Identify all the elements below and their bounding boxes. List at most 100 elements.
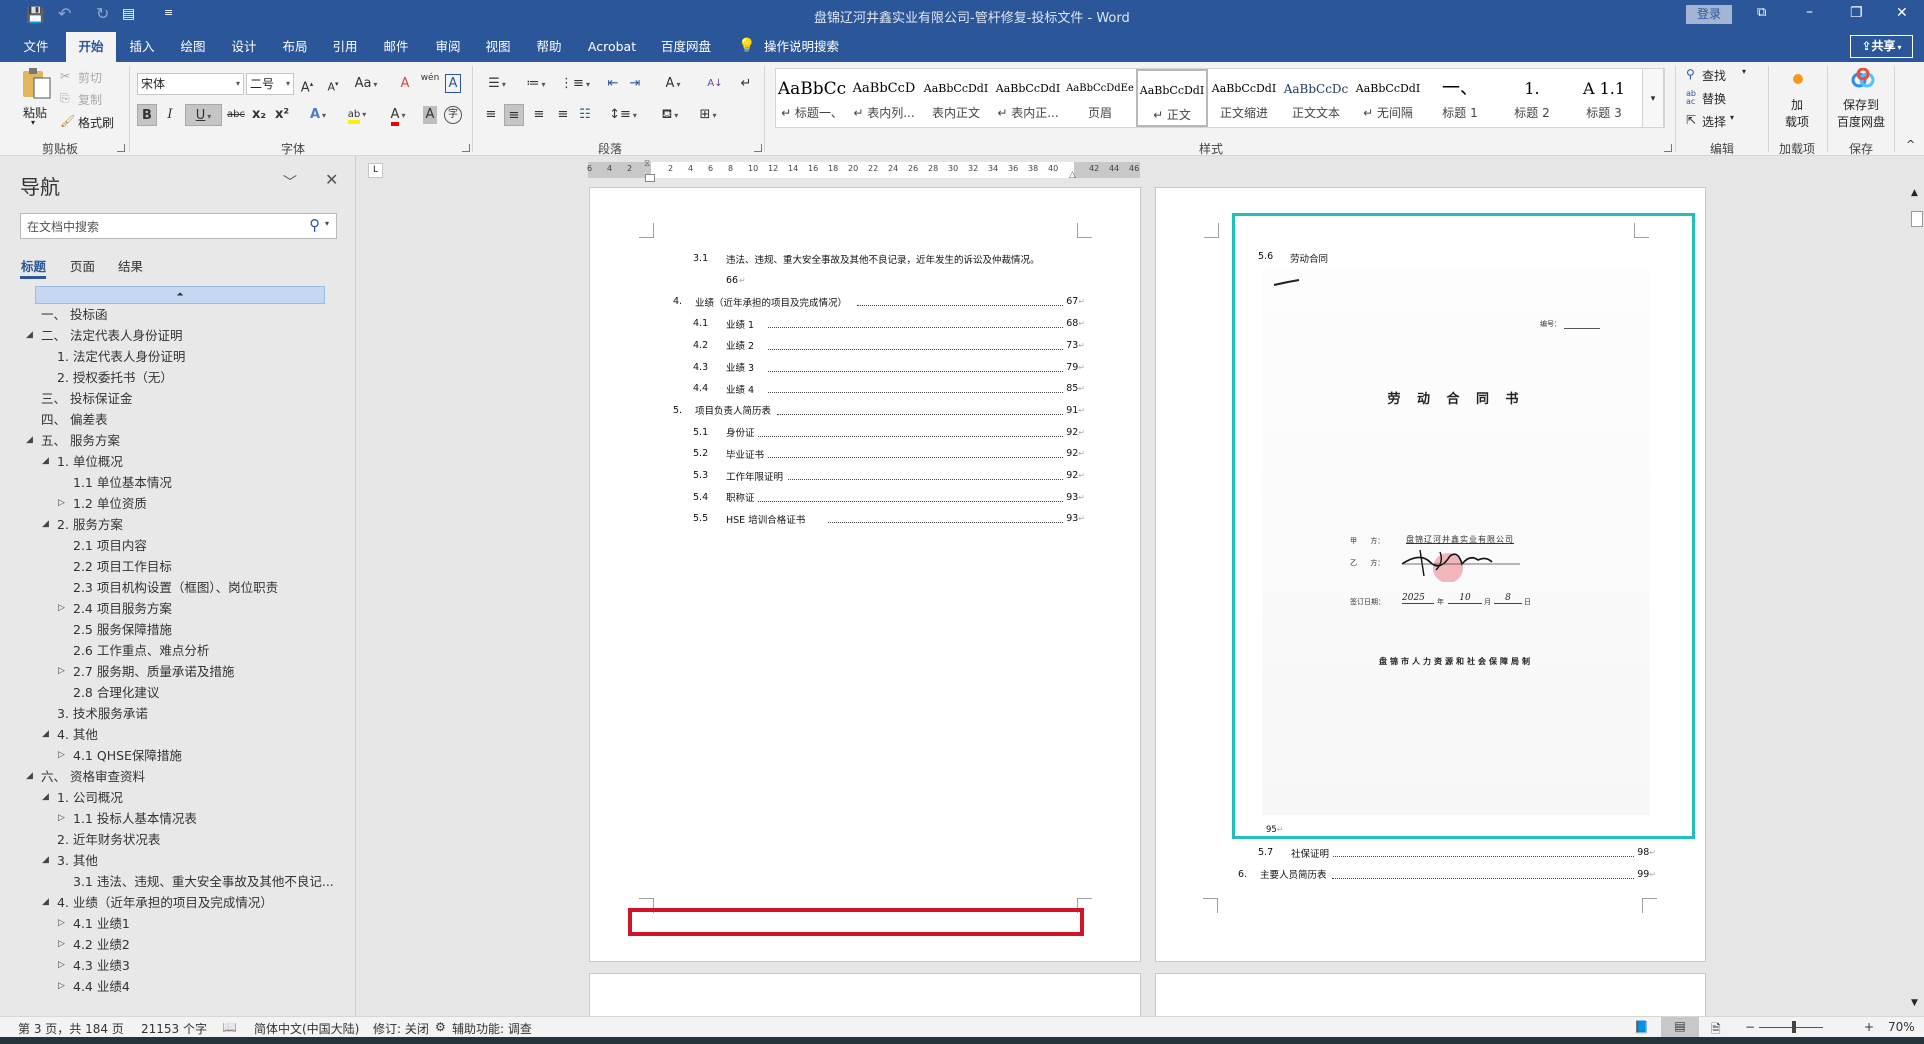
nav-heading-item[interactable]: ▷ 4.3 业绩3 (0, 955, 340, 976)
nav-heading-item[interactable]: ◢ 2. 服务方案 (0, 514, 340, 535)
tab-layout[interactable]: 布局 (280, 32, 310, 62)
nav-heading-item[interactable]: 2.5 服务保障措施 (0, 619, 340, 640)
justify-button[interactable]: ≡ (554, 104, 572, 126)
font-name-select[interactable]: 宋体 ▾ (137, 73, 244, 95)
nav-heading-item[interactable]: 3. 技术服务承诺 (0, 703, 340, 724)
horizontal-ruler[interactable]: 6 4 2 2 4 6 8 10 12 14 16 18 20 22 24 26 28 30 32 34 36 38 40 4… (587, 159, 1140, 182)
left-indent-marker[interactable] (645, 174, 655, 182)
strikethrough-button[interactable]: abc (225, 104, 247, 126)
change-case-button[interactable]: Aa ▾ (352, 73, 380, 95)
toc-entry[interactable]: 6. 主要人员简历表 99↵ (1238, 864, 1656, 885)
multilevel-list-button[interactable]: ⋮≡ ▾ (560, 73, 590, 95)
tab-baidu-netdisk[interactable]: 百度网盘 (659, 32, 713, 62)
character-shading-button[interactable]: A (423, 106, 437, 124)
print-layout-button[interactable]: ▤ (1661, 1017, 1699, 1037)
zoom-out-button[interactable]: − (1745, 1020, 1755, 1034)
customize-qat-icon[interactable]: ≡ (164, 6, 173, 19)
nav-heading-item[interactable]: ▷ 4.4 业绩4 (0, 976, 340, 997)
collapsed-triangle-icon[interactable]: ▷ (58, 598, 65, 619)
enclose-characters-button[interactable]: 字 (444, 106, 462, 124)
collapsed-triangle-icon[interactable]: ▷ (58, 913, 65, 934)
shading-button[interactable]: ⛾ ▾ (655, 104, 685, 126)
nav-tab-results[interactable]: 结果 (118, 256, 143, 275)
nav-tab-pages[interactable]: 页面 (70, 256, 95, 275)
nav-heading-item[interactable]: ▷ 4.1 业绩1 (0, 913, 340, 934)
superscript-button[interactable]: x² (273, 104, 291, 126)
clipboard-dialog-launcher[interactable] (117, 144, 125, 152)
nav-heading-item[interactable]: ◢ 五、 服务方案 (0, 430, 340, 451)
style-2[interactable]: AaBbCcDdI 表内正文 (920, 69, 992, 127)
collapse-ribbon-icon[interactable]: ^ (1906, 138, 1915, 151)
nav-heading-item[interactable]: 2. 授权委托书（无） (0, 367, 340, 388)
style-4[interactable]: AaBbCcDdEe 页眉 (1064, 69, 1136, 127)
collapsed-triangle-icon[interactable]: ▷ (58, 808, 65, 829)
nav-heading-item[interactable]: ▷ 4.1 QHSE保障措施 (0, 745, 340, 766)
paragraph-dialog-launcher[interactable] (754, 144, 762, 152)
toc-entry[interactable]: 5.5 HSE 培训合格证书 93↵ (673, 508, 1085, 529)
tab-draw[interactable]: 绘图 (178, 32, 208, 62)
zoom-in-button[interactable]: + (1864, 1020, 1874, 1034)
close-button[interactable]: ✕ (1896, 5, 1908, 21)
phonetic-guide-button[interactable]: wén (420, 73, 440, 95)
collapsed-triangle-icon[interactable]: ▷ (58, 493, 65, 514)
accessibility-status[interactable]: 辅助功能: 调查 (452, 1020, 532, 1037)
bullets-button[interactable]: ☰ ▾ (482, 73, 512, 95)
vertical-scrollbar[interactable]: ▲ ▼ (1910, 185, 1924, 1016)
tab-home[interactable]: 开始 (66, 32, 116, 62)
paste-button[interactable]: 粘贴 ▾ (18, 66, 54, 128)
track-changes-status[interactable]: 修订: 关闭 (373, 1020, 429, 1037)
tab-references[interactable]: 引用 (330, 32, 360, 62)
restore-button[interactable]: ❐ (1850, 5, 1863, 21)
toc-entry[interactable]: 4.1 业绩 1 68↵ (673, 313, 1085, 334)
collapse-all-headings-bar[interactable]: ⏶ (35, 286, 325, 304)
new-document-icon[interactable]: ▤ (122, 6, 135, 22)
nav-heading-item[interactable]: ▷ 2.4 项目服务方案 (0, 598, 340, 619)
tell-me-search[interactable]: 操作说明搜索 (764, 32, 842, 62)
chevron-down-icon[interactable]: ▾ (325, 219, 329, 228)
style-8[interactable]: AaBbCcDdI ↵ 无间隔 (1352, 69, 1424, 127)
save-to-baidu-button[interactable]: 保存到 百度网盘 (1834, 64, 1890, 132)
toc-entry[interactable]: 5.1 身份证 92↵ (673, 422, 1085, 443)
tab-file[interactable]: 文件 (22, 32, 50, 62)
page-count[interactable]: 第 3 页，共 184 页 (18, 1020, 124, 1037)
tab-design[interactable]: 设计 (229, 32, 259, 62)
style-9[interactable]: 一、 标题 1 (1424, 69, 1496, 127)
zoom-level[interactable]: 70% (1888, 1020, 1915, 1034)
nav-options-chevron-icon[interactable]: ﹀ (283, 172, 297, 192)
scroll-up-arrow-icon[interactable]: ▲ (1911, 188, 1918, 198)
expanded-triangle-icon[interactable]: ◢ (42, 724, 49, 745)
style-3[interactable]: AaBbCcDdI ↵ 表内正... (992, 69, 1064, 127)
undo-icon[interactable]: ↶ (58, 4, 71, 23)
underline-button[interactable]: U ▾ (185, 104, 222, 126)
nav-heading-item[interactable]: ▷ 1.2 单位资质 (0, 493, 340, 514)
style-6[interactable]: AaBbCcDdI 正文缩进 (1208, 69, 1280, 127)
clear-formatting-button[interactable]: A (396, 73, 414, 95)
toc-entry[interactable]: 4. 业绩（近年承担的项目及完成情况） 67↵ (673, 291, 1085, 312)
nav-heading-item[interactable]: 3.1 违法、违规、重大安全事故及其他不良记... (0, 871, 340, 892)
expanded-triangle-icon[interactable]: ◢ (26, 325, 33, 346)
increase-indent-button[interactable]: ⇥ (626, 73, 644, 95)
zoom-slider-track[interactable] (1759, 1027, 1823, 1028)
share-button[interactable]: ⇪共享 ▾ (1850, 35, 1913, 58)
toc-entry[interactable]: 4.4 业绩 4 85↵ (673, 378, 1085, 399)
grow-font-button[interactable]: A▴ (298, 73, 316, 95)
tab-mailings[interactable]: 邮件 (381, 32, 411, 62)
font-size-select[interactable]: 二号 ▾ (246, 73, 294, 95)
numbering-button[interactable]: ≔ ▾ (521, 73, 551, 95)
nav-heading-item[interactable]: 一、 投标函 (0, 304, 340, 325)
nav-heading-item[interactable]: 2.1 项目内容 (0, 535, 340, 556)
tab-insert[interactable]: 插入 (127, 32, 157, 62)
sort-button[interactable]: A↓ (705, 73, 725, 95)
ribbon-display-options-icon[interactable]: ⧉ (1757, 5, 1766, 20)
nav-heading-item[interactable]: ◢ 1. 公司概况 (0, 787, 340, 808)
word-count[interactable]: 21153 个字 (141, 1020, 207, 1037)
nav-heading-item[interactable]: 三、 投标保证金 (0, 388, 340, 409)
tab-help[interactable]: 帮助 (534, 32, 564, 62)
style-10[interactable]: 1. 标题 2 (1496, 69, 1568, 127)
collapsed-triangle-icon[interactable]: ▷ (58, 955, 65, 976)
style-7[interactable]: AaBbCcDc 正文文本 (1280, 69, 1352, 127)
nav-heading-item[interactable]: ◢ 六、 资格审查资料 (0, 766, 340, 787)
nav-heading-item[interactable]: 2. 近年财务状况表 (0, 829, 340, 850)
redo-icon[interactable]: ↻ (96, 4, 109, 23)
expanded-triangle-icon[interactable]: ◢ (42, 514, 49, 535)
